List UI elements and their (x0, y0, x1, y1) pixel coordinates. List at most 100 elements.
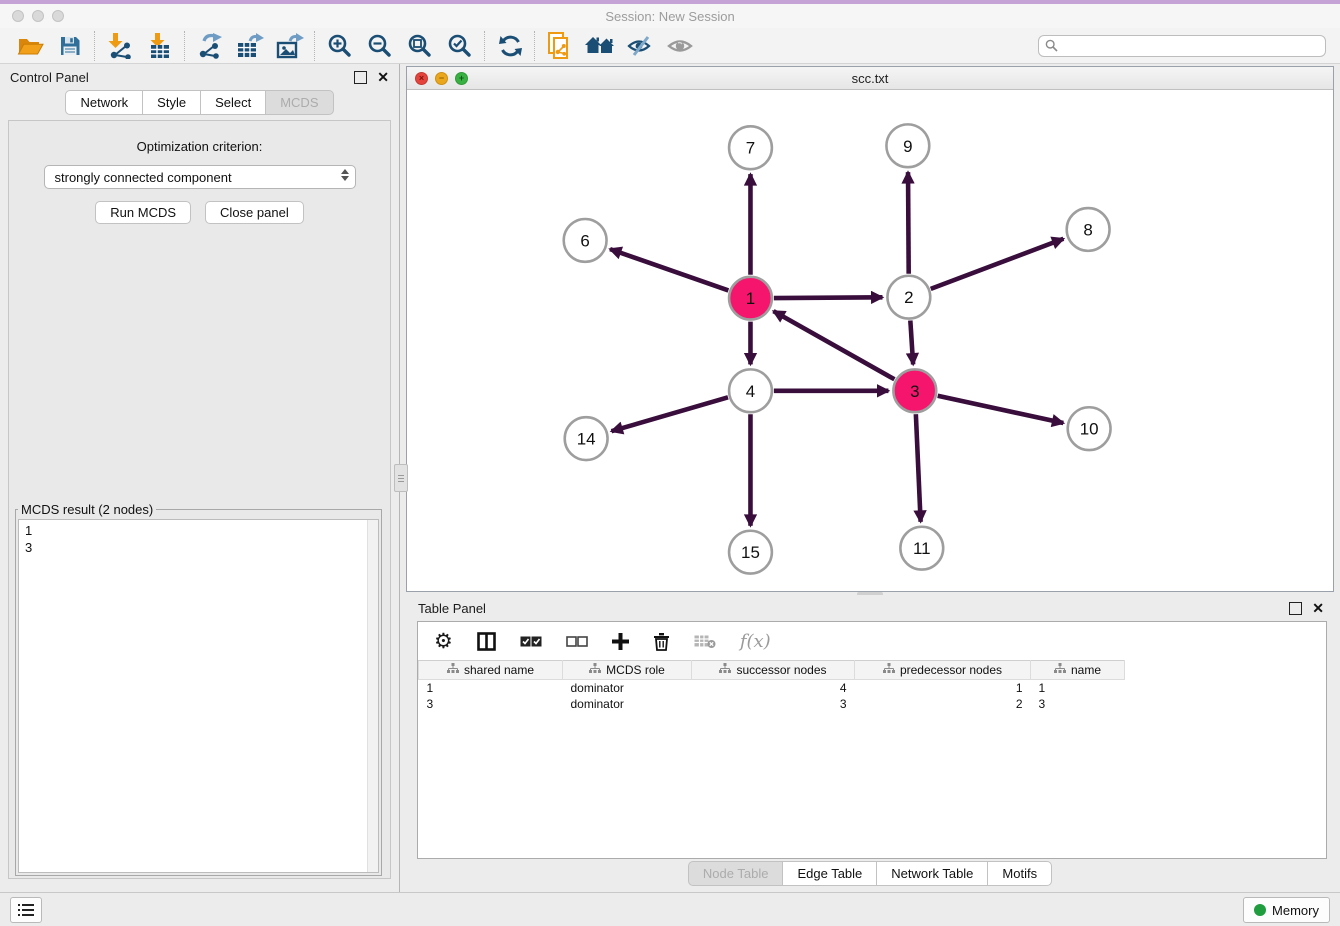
graph-node-4[interactable]: 4 (729, 369, 772, 412)
table-panel-close-icon[interactable]: ✕ (1312, 603, 1324, 614)
column-header-MCDS-role[interactable]: MCDS role (563, 661, 692, 680)
show-columns-icon[interactable] (477, 632, 496, 651)
network-minimize-button[interactable]: − (435, 72, 448, 85)
graph-edge-1-2[interactable] (774, 297, 883, 298)
export-table-icon[interactable] (230, 30, 270, 62)
mcds-result-values: 1 3 (19, 520, 378, 558)
tab-select[interactable]: Select (200, 90, 265, 115)
zoom-selected-icon[interactable] (440, 30, 480, 62)
graph-edge-4-14[interactable] (611, 397, 728, 431)
tab-node-table[interactable]: Node Table (688, 861, 783, 886)
graph-node-15[interactable]: 15 (729, 531, 772, 574)
tab-edge-table[interactable]: Edge Table (782, 861, 876, 886)
window-minimize-button[interactable] (32, 10, 44, 22)
tab-mcds[interactable]: MCDS (265, 90, 333, 115)
window-close-button[interactable] (12, 10, 24, 22)
network-maximize-button[interactable]: + (455, 72, 468, 85)
refresh-layout-icon[interactable] (490, 30, 530, 62)
delete-column-icon[interactable] (653, 632, 670, 651)
task-history-button[interactable] (10, 897, 42, 923)
node-table-container: ⚙ (417, 621, 1327, 859)
settings-gear-icon[interactable]: ⚙ (434, 631, 453, 651)
import-network-icon[interactable] (100, 30, 140, 62)
svg-text:9: 9 (903, 137, 912, 156)
save-session-icon[interactable] (50, 30, 90, 62)
table-panel-title: Table Panel (418, 601, 486, 616)
graph-node-6[interactable]: 6 (564, 219, 607, 262)
graph-node-7[interactable]: 7 (729, 126, 772, 169)
graph-node-1[interactable]: 1 (729, 277, 772, 320)
add-column-icon[interactable] (612, 633, 629, 650)
control-panel-float-icon[interactable] (354, 71, 367, 84)
deselect-all-columns-icon[interactable] (566, 635, 588, 648)
column-header-successor-nodes[interactable]: successor nodes (692, 661, 855, 680)
graph-edge-3-1[interactable] (773, 311, 894, 379)
toolbar-separator (314, 31, 316, 61)
network-view-window: × − + scc.txt 7968124314101511 (406, 66, 1334, 592)
window-zoom-button[interactable] (52, 10, 64, 22)
show-graphics-eye-icon[interactable] (660, 30, 700, 62)
panel-splitter-handle[interactable] (394, 464, 408, 492)
svg-text:11: 11 (913, 539, 931, 558)
graph-edge-3-10[interactable] (938, 396, 1064, 423)
column-header-shared-name[interactable]: shared name (419, 661, 563, 680)
mcds-result-title: MCDS result (2 nodes) (18, 502, 156, 517)
svg-text:7: 7 (746, 139, 755, 158)
select-all-columns-icon[interactable] (520, 635, 542, 648)
table-row[interactable]: 3dominator323 (419, 696, 1125, 712)
tab-network-table[interactable]: Network Table (876, 861, 987, 886)
graph-node-8[interactable]: 8 (1067, 208, 1110, 251)
tab-style[interactable]: Style (142, 90, 200, 115)
memory-button-label: Memory (1272, 903, 1319, 918)
mcds-panel: Optimization criterion: strongly connect… (8, 120, 391, 879)
search-input[interactable] (1038, 35, 1326, 57)
memory-button[interactable]: Memory (1243, 897, 1330, 923)
tab-network[interactable]: Network (65, 90, 142, 115)
graph-edge-2-8[interactable] (931, 239, 1064, 289)
network-canvas[interactable]: 7 9 6 8 1 2 4 3 14 10 15 11 (407, 90, 1333, 591)
graph-node-3[interactable]: 3 (893, 369, 936, 412)
function-builder-icon-disabled: f(x) (740, 631, 771, 652)
network-close-button[interactable]: × (415, 72, 428, 85)
graph-node-9[interactable]: 9 (886, 124, 929, 167)
control-panel-close-icon[interactable]: ✕ (377, 72, 389, 83)
toolbar-separator (484, 31, 486, 61)
clone-network-icon[interactable] (540, 30, 580, 62)
graph-edge-1-6[interactable] (610, 249, 728, 290)
tab-motifs[interactable]: Motifs (987, 861, 1052, 886)
table-row[interactable]: 1dominator411 (419, 680, 1125, 697)
open-folder-icon[interactable] (10, 30, 50, 62)
graph-edge-3-11[interactable] (916, 414, 921, 522)
table-panel: Table Panel ✕ ⚙ (400, 595, 1340, 893)
export-image-icon[interactable] (270, 30, 310, 62)
home-icon[interactable] (580, 30, 620, 62)
node-table: shared nameMCDS rolesuccessor nodesprede… (418, 660, 1125, 712)
mcds-result-textarea[interactable]: 1 3 (18, 519, 379, 873)
svg-text:1: 1 (746, 289, 755, 308)
zoom-in-icon[interactable] (320, 30, 360, 62)
optimization-criterion-dropdown[interactable]: strongly connected component (44, 165, 356, 189)
import-table-icon[interactable] (140, 30, 180, 62)
graph-edge-2-9[interactable] (908, 172, 909, 274)
toolbar-separator (184, 31, 186, 61)
table-panel-float-icon[interactable] (1289, 602, 1302, 615)
graph-node-14[interactable]: 14 (565, 417, 608, 460)
status-bar: Memory (0, 892, 1340, 926)
svg-text:15: 15 (741, 543, 760, 562)
hide-graphics-eye-icon[interactable] (620, 30, 660, 62)
export-network-icon[interactable] (190, 30, 230, 62)
column-header-name[interactable]: name (1031, 661, 1125, 680)
close-panel-button[interactable]: Close panel (205, 201, 304, 224)
zoom-fit-icon[interactable] (400, 30, 440, 62)
search-field[interactable] (1038, 35, 1326, 57)
graph-edge-2-3[interactable] (910, 321, 913, 365)
graph-node-10[interactable]: 10 (1068, 407, 1111, 450)
graph-node-2[interactable]: 2 (887, 276, 930, 319)
graph-node-11[interactable]: 11 (900, 527, 943, 570)
control-panel-title: Control Panel (10, 70, 89, 85)
zoom-out-icon[interactable] (360, 30, 400, 62)
toolbar-separator (94, 31, 96, 61)
column-header-predecessor-nodes[interactable]: predecessor nodes (855, 661, 1031, 680)
result-scrollbar[interactable] (367, 520, 378, 872)
run-mcds-button[interactable]: Run MCDS (95, 201, 191, 224)
